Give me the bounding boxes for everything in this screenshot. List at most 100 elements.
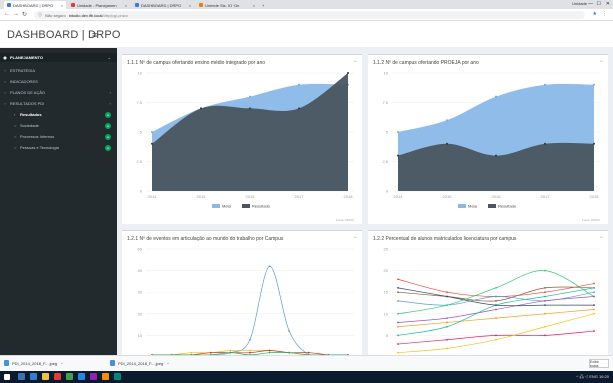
data-point	[268, 265, 271, 268]
data-point	[397, 343, 399, 345]
data-point	[593, 304, 595, 307]
sidebar-item-planejamento[interactable]: ◉ PLANEJAMENTO ⌄	[0, 53, 117, 62]
menu-kebab-icon[interactable]: ⋮	[602, 11, 607, 17]
sidebar-subitem-resultados[interactable]: › Resultados ●	[0, 110, 117, 119]
chart-area-1: 0 2.5 5 7.5 10 2014 2015 2016 2017 2018 Meta Result…	[136, 71, 354, 223]
search-icon[interactable]	[18, 373, 25, 380]
windows-start-icon[interactable]	[4, 374, 10, 380]
y-tick-label: 5	[386, 333, 389, 338]
data-point	[446, 317, 448, 320]
image-file-icon	[4, 360, 9, 366]
data-point	[593, 286, 595, 289]
sidebar-subitem-label: Processos Internos	[20, 134, 55, 139]
data-point	[446, 347, 448, 350]
x-tick-label: 2014	[148, 194, 158, 199]
data-point	[593, 291, 595, 294]
browser-tab[interactable]: Unidade - Planejamen ×	[68, 1, 130, 9]
data-point	[544, 299, 546, 302]
tab-favicon-icon	[71, 3, 75, 7]
address-bar[interactable]: ⓘ Não seguro intudio.dev.ifb.local /dtrp…	[34, 11, 585, 19]
tab-label: Unidade - Planejamen	[77, 2, 117, 8]
chart-area-3: 10 20 30 40 50	[138, 247, 354, 358]
back-icon[interactable]: ←	[4, 11, 10, 17]
data-point	[397, 334, 399, 337]
sidebar-subitem-processos-internos[interactable]: ○ Processos Internos ●	[0, 132, 117, 141]
y-tick-label: 0	[140, 189, 143, 194]
app-icon[interactable]	[78, 373, 85, 380]
app-icon[interactable]	[54, 373, 61, 380]
app-brand[interactable]: DASHBOARD | DRPO	[7, 29, 121, 41]
browser-tab[interactable]: DASHBOARD | DRPO ×	[132, 1, 194, 9]
info-icon[interactable]: ⓘ	[38, 12, 42, 18]
green-status-badge: ●	[105, 122, 111, 129]
data-point	[593, 308, 595, 311]
browser-tab[interactable]: Unirede Sis. IO 'On ×	[196, 1, 258, 9]
data-point	[593, 312, 595, 315]
tab-close-icon[interactable]: ×	[59, 3, 63, 8]
download-shelf: PDI_2014_2018_F....jpeg ^ PDI_2014_2018_…	[0, 355, 613, 371]
browser-tab[interactable]: DASHBOARD | DRPO ×	[4, 1, 66, 9]
star-icon[interactable]: ★	[593, 11, 597, 17]
y-tick-label: 30	[138, 290, 143, 295]
data-point	[446, 142, 448, 145]
data-point	[397, 299, 399, 302]
data-point	[397, 321, 399, 324]
file-explorer-icon[interactable]	[42, 373, 49, 380]
tab-close-icon[interactable]: ×	[187, 3, 191, 8]
green-status-badge: ●	[105, 111, 111, 118]
legend-swatch	[458, 204, 466, 208]
data-point	[190, 351, 193, 354]
reload-icon[interactable]: ↻	[22, 11, 27, 18]
maximize-window-icon[interactable]: ☐	[597, 1, 601, 7]
y-tick-label: 2.5	[382, 159, 388, 164]
x-tick-label: 2018	[590, 194, 600, 199]
sidebar-subitem-label: Pessoas e Tecnologia	[20, 145, 59, 150]
data-point	[307, 351, 310, 354]
sidebar-item-resultados-pdi[interactable]: › RESULTADOS PDI ‹	[0, 99, 117, 108]
data-point	[397, 278, 399, 281]
chevron-up-icon[interactable]: ^	[61, 361, 63, 366]
new-tab-button[interactable]: +	[260, 1, 268, 9]
system-tray[interactable]: ^ 🖧 ◁ ENG 16:20	[576, 374, 609, 381]
data-point	[495, 286, 497, 289]
chrome-icon[interactable]	[66, 373, 73, 380]
y-tick-label: 20	[384, 268, 389, 273]
profile-label[interactable]: Unidade	[572, 1, 587, 6]
tab-close-icon[interactable]: ×	[123, 3, 127, 8]
forward-icon[interactable]: →	[13, 11, 19, 17]
data-point	[288, 330, 291, 332]
data-point	[446, 321, 448, 324]
tab-favicon-icon	[7, 3, 11, 7]
chevron-down-icon: ⌄	[107, 55, 111, 60]
y-tick-label: 25	[384, 247, 389, 252]
dashboard-icon: ◉	[3, 55, 7, 60]
y-tick-label: 2.5	[136, 159, 142, 164]
green-status-badge: ●	[105, 133, 111, 140]
close-window-icon[interactable]: ✕	[606, 1, 610, 7]
tab-close-icon[interactable]: ×	[251, 3, 255, 8]
app-icon[interactable]	[114, 373, 121, 380]
sidebar-item-planos-de-acao[interactable]: › PLANOS DE AÇÃO ‹	[0, 88, 117, 97]
chevron-right-icon: ›	[4, 79, 6, 84]
browser-tab-bar: DASHBOARD | DRPO × Unidade - Planejamen …	[0, 0, 613, 9]
legend-label: Resultado	[498, 204, 517, 209]
chevron-up-icon[interactable]: ^	[167, 361, 169, 366]
y-tick-label: 40	[138, 268, 143, 273]
sidebar-item-label: PLANEJAMENTO	[10, 55, 44, 60]
x-tick-label: 2015	[443, 194, 453, 199]
data-point	[397, 131, 399, 133]
minimize-window-icon[interactable]: —	[588, 1, 593, 7]
sidebar-subitem-pessoas-tecnologia[interactable]: ○ Pessoas e Tecnologia ●	[0, 143, 117, 152]
download-item[interactable]: PDI_2014_2018_F....jpeg ^	[4, 360, 63, 366]
download-item[interactable]: PDI_2014_2018_F....jpeg ^	[110, 360, 169, 366]
sidebar-item-estrategia[interactable]: › ESTRATÉGIA	[0, 66, 117, 75]
show-all-button[interactable]: Exibir todos	[589, 359, 609, 368]
app-icon[interactable]	[102, 373, 109, 380]
y-tick-label: 7.5	[382, 100, 388, 105]
sidebar-subitem-sociedade[interactable]: ○ Sociedade ●	[0, 121, 117, 130]
task-view-icon[interactable]	[30, 373, 37, 380]
legend-swatch	[242, 204, 250, 208]
sidebar-item-indicadores[interactable]: › INDICADORES	[0, 77, 117, 86]
app-icon[interactable]	[90, 373, 97, 380]
hamburger-icon[interactable]: ≡	[92, 30, 97, 40]
